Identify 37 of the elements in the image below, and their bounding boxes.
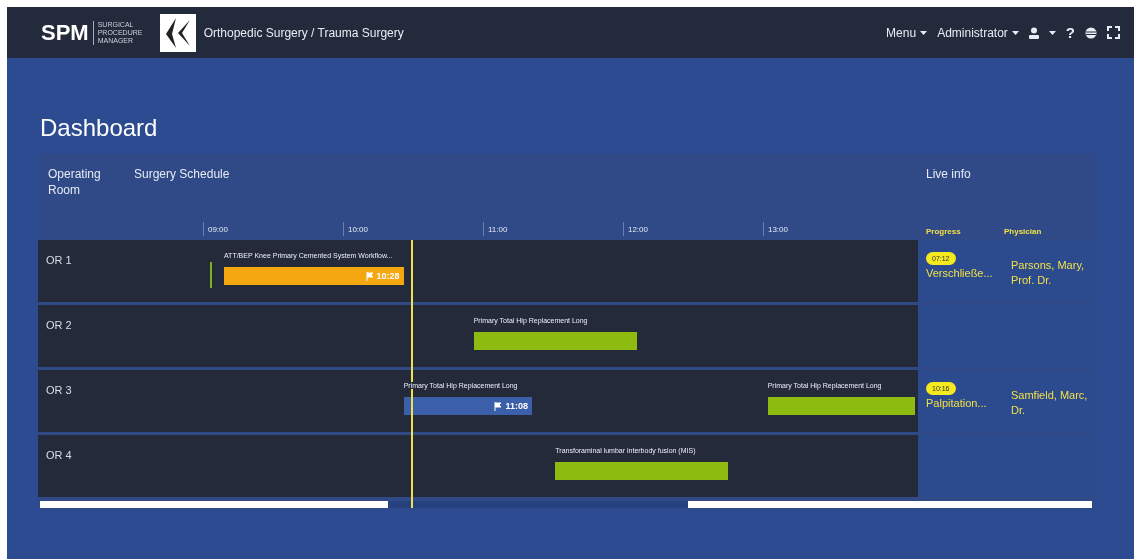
menu-link[interactable]: Menu [886, 25, 928, 40]
time-tick: 13:00 [762, 222, 788, 236]
time-tick: 12:00 [622, 222, 648, 236]
user-menu[interactable]: Administrator [937, 25, 1019, 40]
horizontal-scrollbar[interactable] [38, 500, 1094, 509]
page-title: Dashboard [40, 114, 159, 142]
caret-icon [1011, 30, 1019, 35]
physician-name: Samfield, Marc, Dr. [1011, 388, 1089, 418]
user-icon[interactable] [1028, 26, 1039, 39]
column-heading: Live info [926, 167, 971, 181]
surgery-time: 10:28 [376, 271, 400, 281]
surgery-time: 11:08 [505, 401, 528, 411]
column-heading: Operating Room [48, 167, 101, 197]
column-heading: Physician [1004, 227, 1042, 238]
caret-icon [920, 30, 928, 35]
flag-icon [494, 401, 503, 411]
fullscreen-icon[interactable] [1107, 26, 1120, 39]
flag-icon [365, 271, 374, 281]
room-label: OR 1 [46, 254, 72, 266]
progress-step: Verschließe... [926, 267, 993, 279]
room-label: OR 4 [46, 449, 72, 461]
time-tick: 10:00 [342, 222, 368, 236]
globe-icon[interactable] [1085, 26, 1097, 39]
caret-icon[interactable] [1048, 30, 1056, 35]
help-link[interactable]: ? [1065, 24, 1075, 41]
progress-step: Palpitation... [926, 397, 987, 409]
logo-icon [159, 13, 196, 52]
time-tick: 09:00 [202, 222, 228, 236]
column-heading: Progress [925, 227, 962, 238]
surgery-bar[interactable]: 11:08 [403, 397, 532, 415]
department-title: Orthopedic Surgery / Trauma Surgery [203, 25, 404, 40]
room-label: OR 2 [46, 319, 72, 331]
time-tick: 11:00 [482, 222, 508, 236]
room-label: OR 3 [46, 384, 72, 396]
logo: SPM [41, 19, 89, 46]
physician-name: Parsons, Mary, Prof. Dr. [1011, 258, 1086, 288]
column-heading: Surgery Schedule [134, 167, 230, 181]
